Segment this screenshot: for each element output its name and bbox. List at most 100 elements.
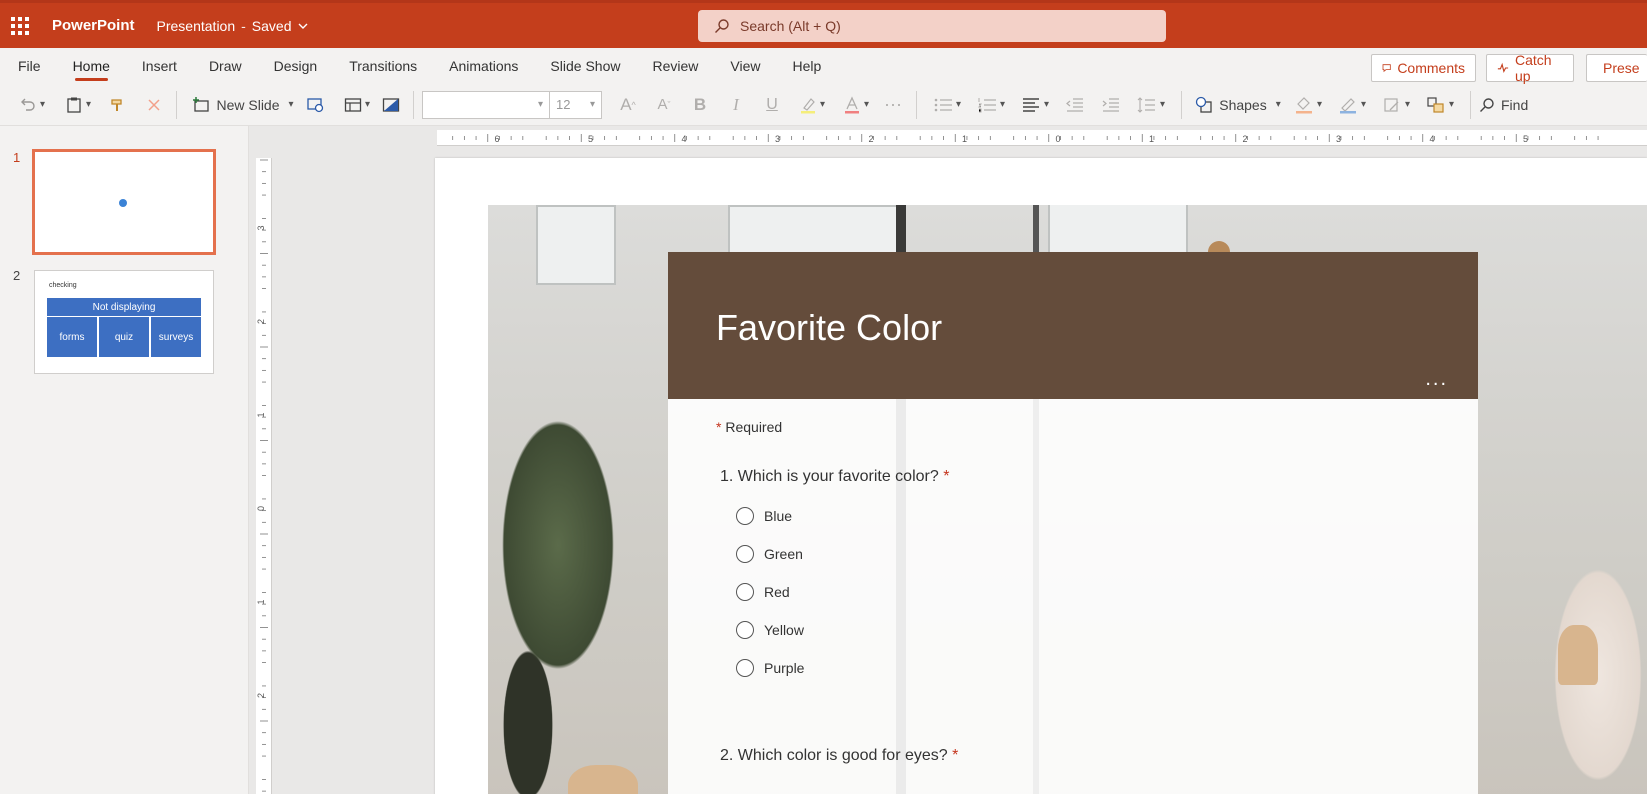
decrease-indent-button[interactable] <box>1057 90 1093 120</box>
arrange-icon <box>1427 96 1444 113</box>
tab-transitions[interactable]: Transitions <box>333 48 433 84</box>
shape-fill-button[interactable]: ▾ <box>1286 90 1330 120</box>
numbering-icon <box>978 97 996 112</box>
decrease-indent-icon <box>1066 97 1083 112</box>
option-purple[interactable]: Purple <box>736 659 804 677</box>
tab-animations[interactable]: Animations <box>433 48 534 84</box>
italic-button[interactable]: I <box>718 90 754 120</box>
align-left-icon <box>1022 97 1039 112</box>
ruler-label: 3 <box>775 134 780 144</box>
font-name-box[interactable]: ▾ <box>422 90 550 119</box>
increase-indent-icon <box>1102 97 1119 112</box>
question-2: 2. Which color is good for eyes? * <box>720 747 959 764</box>
paste-button[interactable]: ▾ <box>60 90 96 120</box>
font-color-icon <box>844 95 859 113</box>
grow-font-button[interactable]: A ^ <box>610 90 646 120</box>
tab-design[interactable]: Design <box>258 48 334 84</box>
more-font-options-button[interactable]: ··· <box>878 90 908 120</box>
ribbon-toolbar: ▾ ▾ New Slide ▾ ▾ ▾ 12 ▾ A^ Aˇ B I U ▾ <box>0 84 1647 126</box>
align-button[interactable]: ▾ <box>1013 90 1057 120</box>
ruler-label: 0 <box>1055 134 1060 144</box>
close-icon <box>148 98 160 111</box>
line-spacing-button[interactable]: ▾ <box>1129 90 1173 120</box>
highlight-button[interactable]: ▾ <box>790 90 834 120</box>
option-red[interactable]: Red <box>736 583 790 601</box>
font-size-box[interactable]: 12 ▾ <box>550 90 602 119</box>
shape-effects-button[interactable]: ▾ <box>1374 90 1418 120</box>
shapes-icon <box>1196 96 1212 113</box>
tab-help[interactable]: Help <box>776 48 837 84</box>
ruler-label: 3 <box>256 225 266 230</box>
shape-outline-button[interactable]: ▾ <box>1330 90 1374 120</box>
tab-insert[interactable]: Insert <box>126 48 193 84</box>
tab-view[interactable]: View <box>714 48 776 84</box>
arrange-button[interactable]: ▾ <box>1418 90 1462 120</box>
tab-file[interactable]: File <box>0 48 57 84</box>
tab-slide-show[interactable]: Slide Show <box>534 48 636 84</box>
question-1: 1. Which is your favorite color? * <box>720 468 950 485</box>
more-options-button[interactable]: ... <box>1425 368 1448 391</box>
undo-icon <box>20 98 35 111</box>
line-spacing-icon <box>1137 96 1155 113</box>
chevron-down-icon: ▾ <box>1404 99 1411 110</box>
title-bar: PowerPoint Presentation - Saved Search (… <box>0 0 1647 48</box>
app-name[interactable]: PowerPoint <box>52 17 135 34</box>
radio-button[interactable] <box>736 507 754 525</box>
option-green[interactable]: Green <box>736 545 803 563</box>
comments-button[interactable]: Comments <box>1371 54 1476 82</box>
radio-button[interactable] <box>736 659 754 677</box>
new-slide-icon <box>193 96 210 112</box>
slide-thumbnail-2[interactable]: checking Not displaying forms quiz surve… <box>34 270 214 374</box>
undo-button[interactable]: ▾ <box>14 90 50 120</box>
chevron-down-icon: ▾ <box>1360 99 1367 110</box>
shapes-button[interactable]: Shapes ▾ <box>1190 90 1286 120</box>
chevron-down-icon: ▾ <box>1448 99 1455 110</box>
slide-thumbnail-1[interactable] <box>32 149 216 255</box>
clear-formatting-button[interactable] <box>140 90 168 120</box>
tab-home[interactable]: Home <box>57 48 126 84</box>
chevron-down-icon: ▾ <box>39 99 46 110</box>
find-button[interactable]: Find <box>1479 90 1549 120</box>
increase-indent-button[interactable] <box>1093 90 1129 120</box>
option-yellow[interactable]: Yellow <box>736 621 804 639</box>
app-launcher-button[interactable] <box>0 3 40 48</box>
radio-button[interactable] <box>736 545 754 563</box>
chevron-down-icon: ▾ <box>999 99 1006 110</box>
required-star: * <box>716 419 722 435</box>
radio-button[interactable] <box>736 621 754 639</box>
bold-button[interactable]: B <box>682 90 718 120</box>
tab-draw[interactable]: Draw <box>193 48 258 84</box>
ruler-label: 2 <box>256 693 266 698</box>
chevron-down-icon: ▾ <box>1275 99 1281 110</box>
search-box[interactable]: Search (Alt + Q) <box>698 10 1166 42</box>
vertical-ruler: 3 2 1 0 1 2 <box>256 158 272 794</box>
document-name-menu[interactable]: Presentation - Saved <box>157 18 308 34</box>
layout-icon <box>344 97 362 112</box>
option-blue[interactable]: Blue <box>736 507 792 525</box>
format-painter-button[interactable] <box>104 90 132 120</box>
bullets-button[interactable]: ▾ <box>925 90 969 120</box>
catch-up-button[interactable]: Catch up <box>1486 52 1574 84</box>
numbering-button[interactable]: ▾ <box>969 90 1013 120</box>
horizontal-ruler: 6 5 4 3 2 1 0 1 2 3 4 5 <box>437 130 1647 146</box>
present-button[interactable]: Prese <box>1586 54 1647 82</box>
new-slide-button[interactable]: New Slide ▾ <box>185 90 301 120</box>
pulse-icon <box>1497 62 1509 74</box>
save-status: Saved <box>251 17 292 34</box>
ruler-label: 5 <box>1523 134 1528 144</box>
radio-button[interactable] <box>736 583 754 601</box>
font-color-button[interactable]: ▾ <box>834 90 878 120</box>
slide-canvas[interactable]: 6 5 4 3 2 1 0 1 2 3 4 5 3 2 1 0 1 2 Favorite Color ... *… <box>249 126 1647 794</box>
layout-button[interactable]: ▾ <box>337 90 377 120</box>
shrink-font-button[interactable]: Aˇ <box>646 90 682 120</box>
slide[interactable]: Favorite Color ... * Required 1. Which i… <box>435 158 1647 794</box>
format-background-button[interactable] <box>377 90 405 120</box>
slide-number: 1 <box>13 150 21 165</box>
chevron-down-icon: ▾ <box>288 99 294 110</box>
underline-button[interactable]: U <box>754 90 790 120</box>
reuse-slides-button[interactable] <box>301 90 331 120</box>
chevron-down-icon: ▾ <box>955 99 962 110</box>
tab-review[interactable]: Review <box>636 48 714 84</box>
shape-dot <box>119 199 127 207</box>
background-icon <box>382 97 400 112</box>
